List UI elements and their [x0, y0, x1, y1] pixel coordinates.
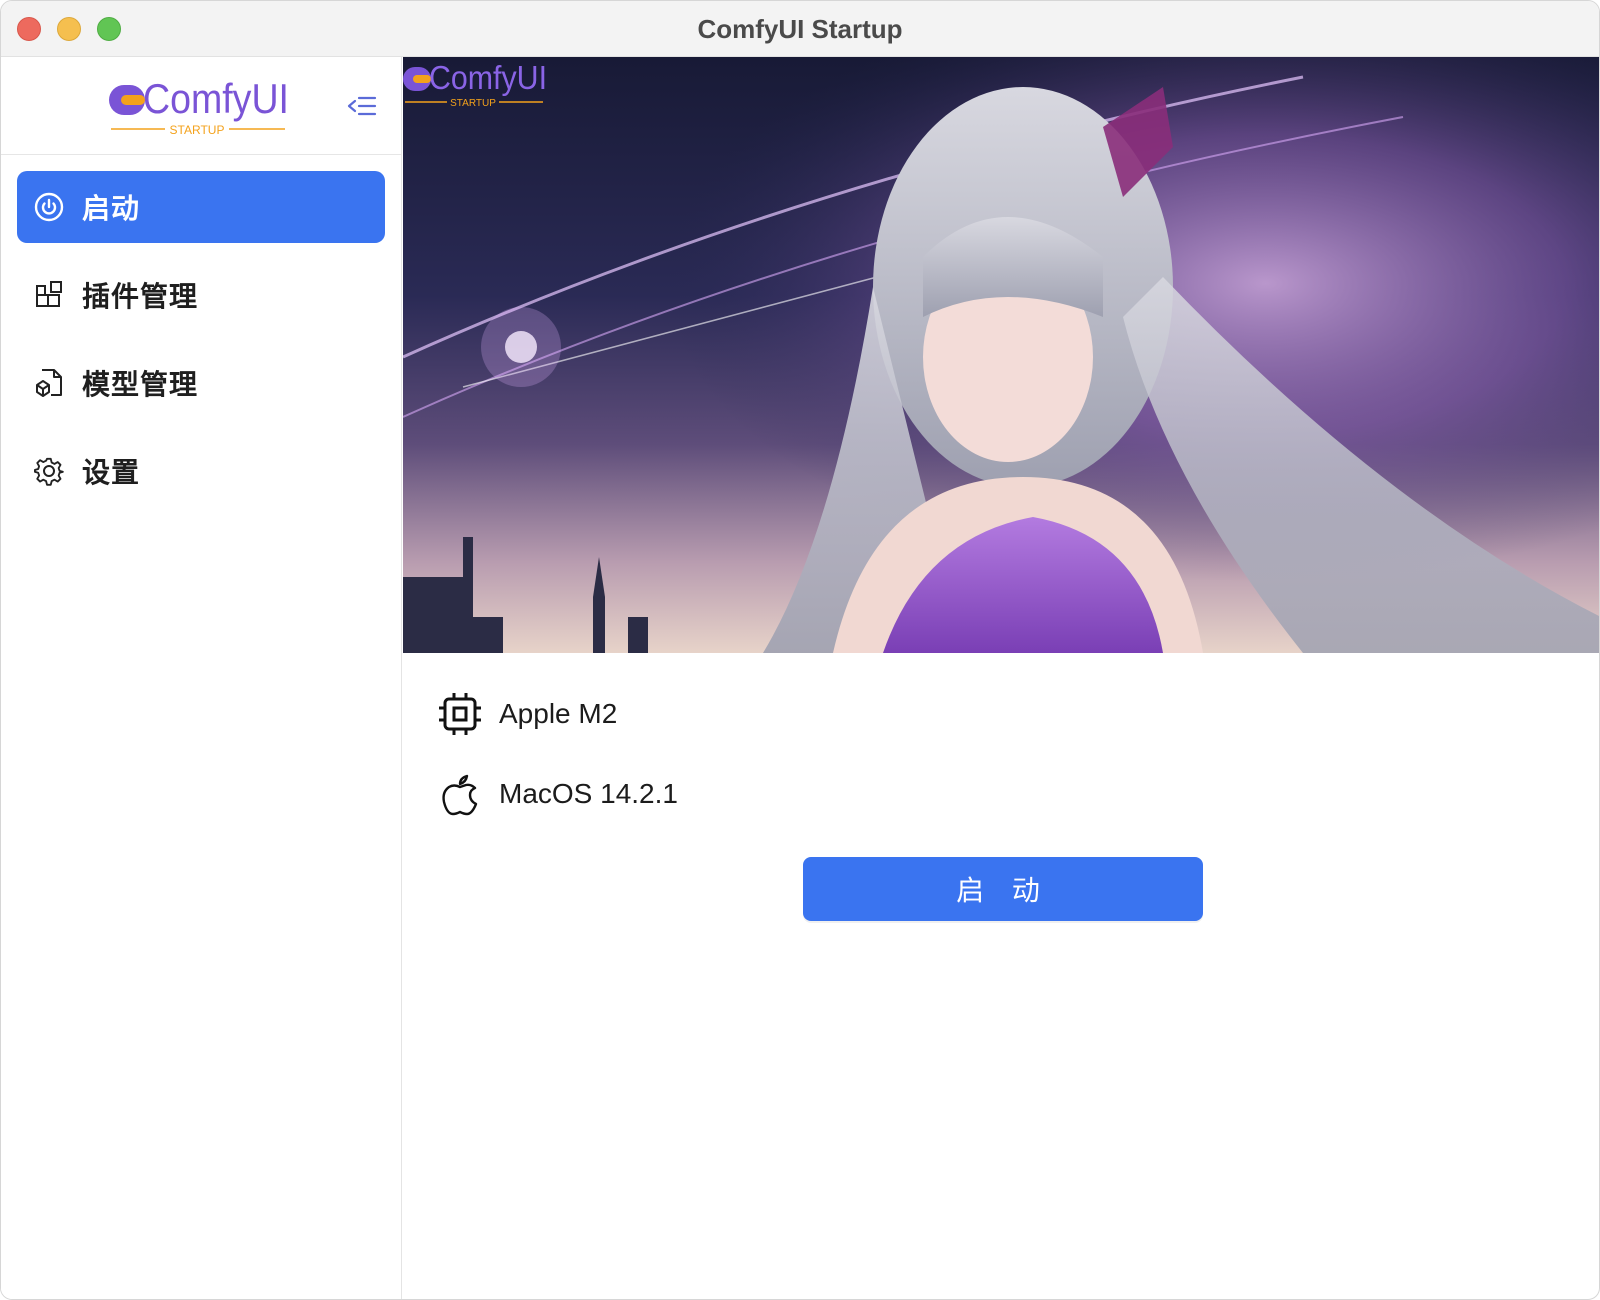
logo-text: ComfyUI	[143, 75, 289, 122]
sidebar-nav: 启动 插件管理 模型管理 设置	[1, 171, 401, 523]
collapse-sidebar-button[interactable]	[345, 89, 379, 123]
main-panel: ComfyUI STARTUP Apple M2 MacOS 14.2.1 启 …	[403, 57, 1599, 1299]
sidebar-item-label: 模型管理	[82, 369, 199, 400]
banner-artwork	[403, 57, 1599, 653]
sidebar-item-label: 启动	[82, 193, 141, 224]
logo-subtext: STARTUP	[170, 123, 225, 137]
sidebar: ComfyUI STARTUP 启动 插件管理 模型管理 设置	[1, 57, 402, 1299]
os-version: MacOS 14.2.1	[499, 778, 678, 809]
sidebar-item-start[interactable]: 启动	[17, 171, 385, 243]
apple-icon	[437, 771, 483, 817]
hero-banner-image: ComfyUI STARTUP	[403, 57, 1599, 653]
banner-logo: ComfyUI STARTUP	[403, 59, 547, 109]
cpu-chip-icon	[437, 691, 483, 737]
title-bar: ComfyUI Startup	[1, 1, 1599, 57]
plugin-blocks-icon	[33, 279, 65, 311]
model-file-icon	[33, 367, 65, 399]
gear-icon	[33, 455, 65, 487]
sidebar-item-label: 插件管理	[82, 281, 199, 312]
os-info-row: MacOS 14.2.1	[437, 771, 678, 817]
power-icon	[33, 191, 65, 223]
app-window: ComfyUI Startup ComfyUI STARTUP 启动 插件管理 …	[0, 0, 1600, 1300]
sidebar-item-label: 设置	[82, 457, 141, 488]
comfyui-logo: ComfyUI STARTUP	[109, 75, 289, 137]
chip-name: Apple M2	[499, 698, 618, 729]
window-title: ComfyUI Startup	[697, 14, 903, 44]
start-button[interactable]: 启 动	[803, 857, 1203, 921]
menu-fold-icon	[347, 96, 377, 116]
sidebar-brand: ComfyUI STARTUP	[1, 57, 401, 155]
banner-logo-subtext: STARTUP	[450, 98, 496, 109]
banner-logo-text: ComfyUI	[429, 59, 547, 96]
sidebar-item-models[interactable]: 模型管理	[17, 347, 385, 419]
sidebar-item-settings[interactable]: 设置	[17, 435, 385, 507]
sidebar-item-plugins[interactable]: 插件管理	[17, 259, 385, 331]
chip-info-row: Apple M2	[437, 691, 617, 737]
